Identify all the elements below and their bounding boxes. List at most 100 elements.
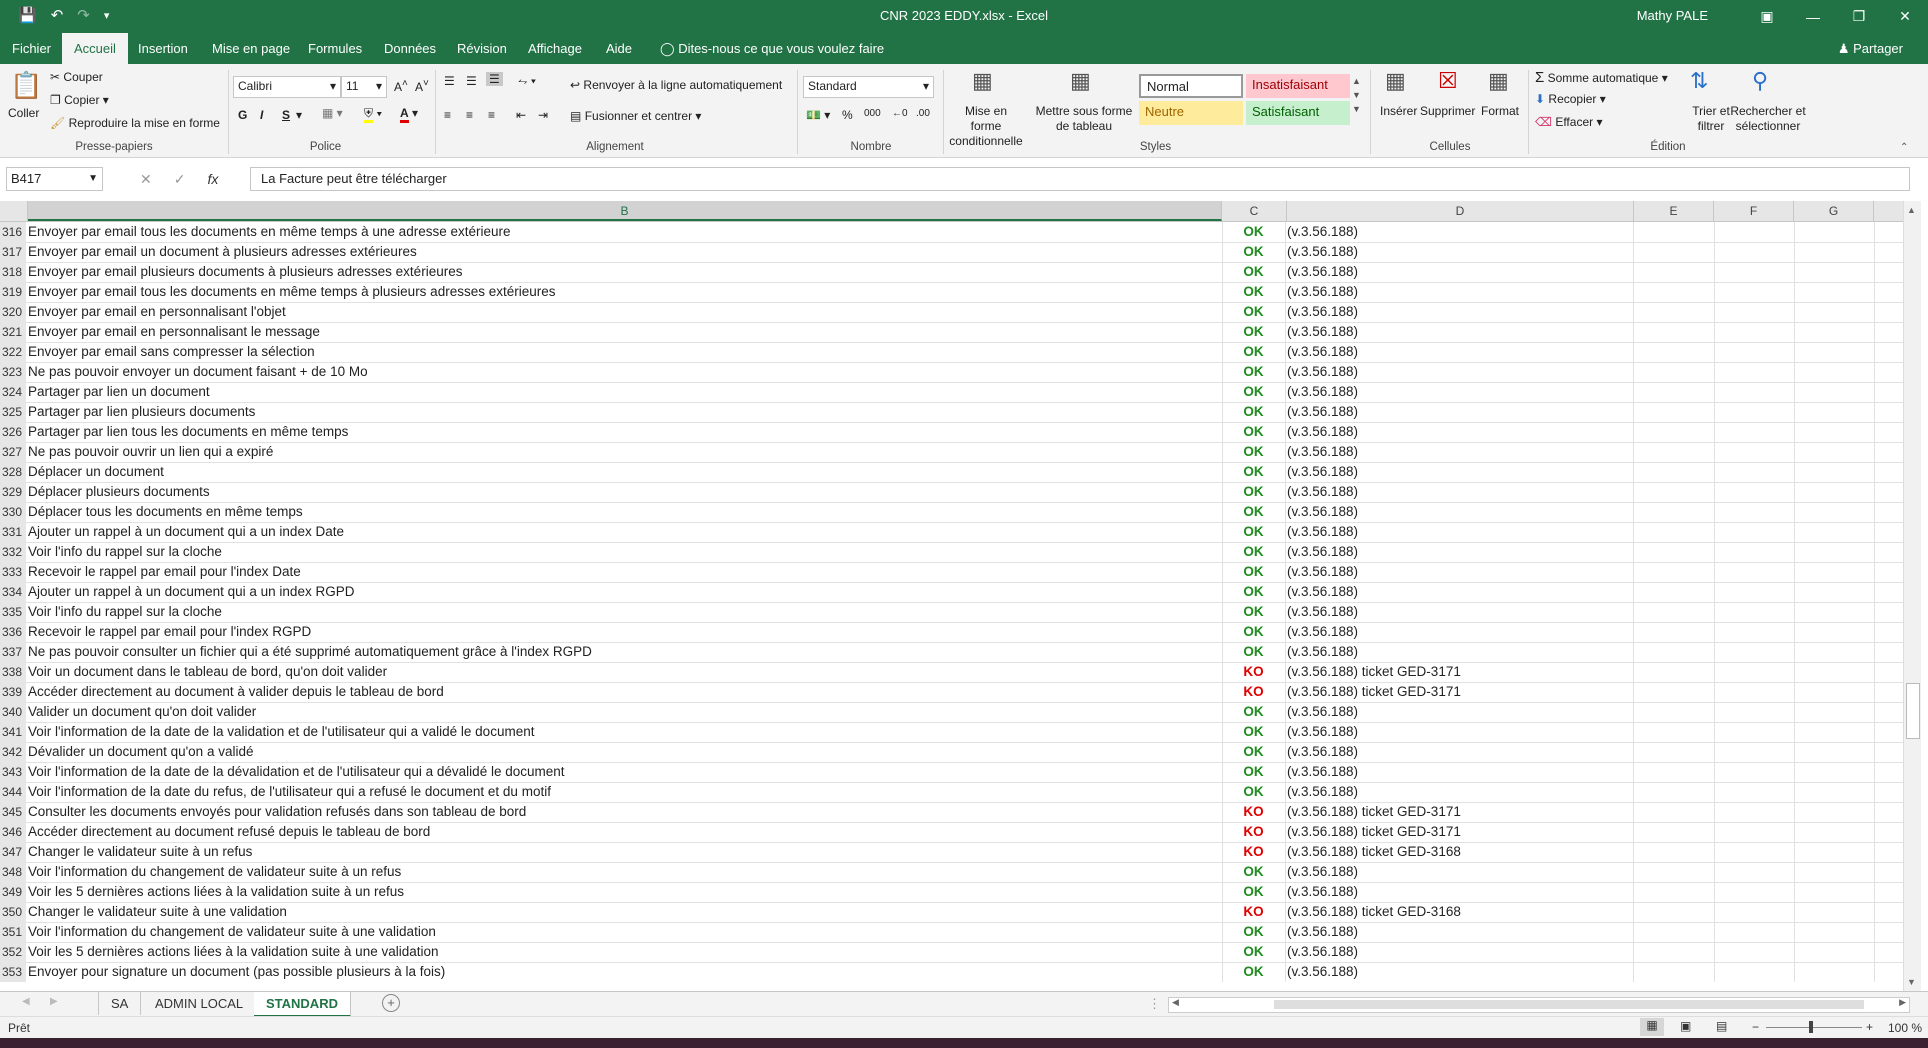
cell-b[interactable]: Envoyer par email en personnalisant le m… [28, 322, 1223, 342]
cell-e[interactable] [1634, 622, 1715, 642]
sort-filter-icon[interactable]: ⇅ [1690, 68, 1708, 94]
cell-e[interactable] [1634, 562, 1715, 582]
format-as-table-icon[interactable]: ▦ [1070, 68, 1091, 94]
cell-d[interactable]: (v.3.56.188) [1287, 702, 1634, 722]
row-header[interactable]: 318 [0, 262, 26, 282]
cell-b[interactable]: Voir l'information de la date de la déva… [28, 762, 1223, 782]
row-header[interactable]: 320 [0, 302, 26, 322]
cell-g[interactable] [1794, 742, 1875, 762]
font-name-select[interactable]: Calibri ▾ [233, 76, 341, 98]
cell-g[interactable] [1794, 582, 1875, 602]
row-header[interactable]: 324 [0, 382, 26, 402]
row-header[interactable]: 344 [0, 782, 26, 802]
cell-b[interactable]: Dévalider un document qu'on a validé [28, 742, 1223, 762]
cell-b[interactable]: Recevoir le rappel par email pour l'inde… [28, 562, 1223, 582]
shrink-font-icon[interactable]: A˅ [415, 78, 429, 94]
row-header[interactable]: 350 [0, 902, 26, 922]
zoom-in-icon[interactable]: + [1866, 1020, 1873, 1034]
cell-c-status[interactable]: OK [1222, 422, 1286, 442]
cell-e[interactable] [1634, 382, 1715, 402]
cell-d[interactable]: (v.3.56.188) [1287, 762, 1634, 782]
cell-e[interactable] [1634, 322, 1715, 342]
cell-f[interactable] [1714, 722, 1795, 742]
cell-g[interactable] [1794, 962, 1875, 982]
cell-g[interactable] [1794, 482, 1875, 502]
cell-b[interactable]: Voir l'information du changement de vali… [28, 862, 1223, 882]
cell-g[interactable] [1794, 422, 1875, 442]
cell-b[interactable]: Valider un document qu'on doit valider [28, 702, 1223, 722]
cell-g[interactable] [1794, 702, 1875, 722]
row-header[interactable]: 333 [0, 562, 26, 582]
cell-d[interactable]: (v.3.56.188) [1287, 862, 1634, 882]
cell-g[interactable] [1794, 862, 1875, 882]
row-header[interactable]: 352 [0, 942, 26, 962]
sheet-tab-admin-local[interactable]: ADMIN LOCAL [143, 992, 257, 1015]
cell-e[interactable] [1634, 782, 1715, 802]
normal-view-icon[interactable]: ▦ [1640, 1018, 1664, 1036]
cell-e[interactable] [1634, 542, 1715, 562]
cell-g[interactable] [1794, 602, 1875, 622]
formula-input[interactable]: La Facture peut être télécharger [250, 167, 1910, 191]
cell-e[interactable] [1634, 362, 1715, 382]
cell-f[interactable] [1714, 782, 1795, 802]
zoom-slider-thumb[interactable] [1809, 1021, 1813, 1033]
cell-e[interactable] [1634, 302, 1715, 322]
row-header[interactable]: 342 [0, 742, 26, 762]
cell-e[interactable] [1634, 822, 1715, 842]
cell-g[interactable] [1794, 662, 1875, 682]
page-layout-view-icon[interactable]: ▣ [1680, 1019, 1691, 1033]
autosum-button[interactable]: Σ Somme automatique ▾ [1535, 69, 1668, 86]
cell-d[interactable]: (v.3.56.188) [1287, 722, 1634, 742]
cell-b[interactable]: Envoyer par email plusieurs documents à … [28, 262, 1223, 282]
cell-f[interactable] [1714, 862, 1795, 882]
cell-f[interactable] [1714, 522, 1795, 542]
cell-g[interactable] [1794, 262, 1875, 282]
cell-e[interactable] [1634, 802, 1715, 822]
cell-b[interactable]: Voir l'info du rappel sur la cloche [28, 602, 1223, 622]
row-header[interactable]: 329 [0, 482, 26, 502]
row-header[interactable]: 316 [0, 222, 26, 242]
cell-b[interactable]: Déplacer un document [28, 462, 1223, 482]
cell-b[interactable]: Voir les 5 dernières actions liées à la … [28, 882, 1223, 902]
cell-d[interactable]: (v.3.56.188) [1287, 502, 1634, 522]
merge-center-button[interactable]: ▤ Fusionner et centrer ▾ [570, 109, 701, 123]
cell-c-status[interactable]: OK [1222, 542, 1286, 562]
cell-g[interactable] [1794, 282, 1875, 302]
cell-e[interactable] [1634, 642, 1715, 662]
cell-f[interactable] [1714, 682, 1795, 702]
cell-e[interactable] [1634, 342, 1715, 362]
cell-e[interactable] [1634, 482, 1715, 502]
cell-f[interactable] [1714, 562, 1795, 582]
cell-d[interactable]: (v.3.56.188) [1287, 442, 1634, 462]
cell-f[interactable] [1714, 442, 1795, 462]
cell-g[interactable] [1794, 802, 1875, 822]
insert-function-icon[interactable]: fx [207, 171, 218, 188]
vertical-scrollbar[interactable]: ▲ ▼ [1903, 201, 1921, 991]
style-bad[interactable]: Insatisfaisant [1246, 74, 1350, 98]
cell-f[interactable] [1714, 602, 1795, 622]
cell-f[interactable] [1714, 922, 1795, 942]
cell-d[interactable]: (v.3.56.188) [1287, 622, 1634, 642]
chevron-down-icon[interactable]: ▾ [296, 108, 302, 122]
align-center-icon[interactable]: ≡ [466, 108, 473, 122]
style-good[interactable]: Satisfaisant [1246, 101, 1350, 125]
decrease-decimal-icon[interactable]: .00 [916, 108, 930, 119]
row-header[interactable]: 338 [0, 662, 26, 682]
cell-g[interactable] [1794, 782, 1875, 802]
cell-c-status[interactable]: OK [1222, 922, 1286, 942]
cell-b[interactable]: Partager par lien plusieurs documents [28, 402, 1223, 422]
cell-f[interactable] [1714, 842, 1795, 862]
cell-c-status[interactable]: OK [1222, 442, 1286, 462]
next-sheet-icon[interactable]: ▶ [50, 996, 58, 1007]
cell-b[interactable]: Ajouter un rappel à un document qui a un… [28, 582, 1223, 602]
cell-e[interactable] [1634, 242, 1715, 262]
cell-b[interactable]: Ne pas pouvoir envoyer un document faisa… [28, 362, 1223, 382]
cell-f[interactable] [1714, 302, 1795, 322]
cell-b[interactable]: Envoyer par email tous les documents en … [28, 222, 1223, 242]
row-header[interactable]: 339 [0, 682, 26, 702]
cell-b[interactable]: Envoyer par email tous les documents en … [28, 282, 1223, 302]
zoom-level[interactable]: 100 % [1888, 1021, 1922, 1035]
page-break-view-icon[interactable]: ▤ [1716, 1019, 1727, 1033]
cell-c-status[interactable]: OK [1222, 462, 1286, 482]
cell-c-status[interactable]: OK [1222, 642, 1286, 662]
